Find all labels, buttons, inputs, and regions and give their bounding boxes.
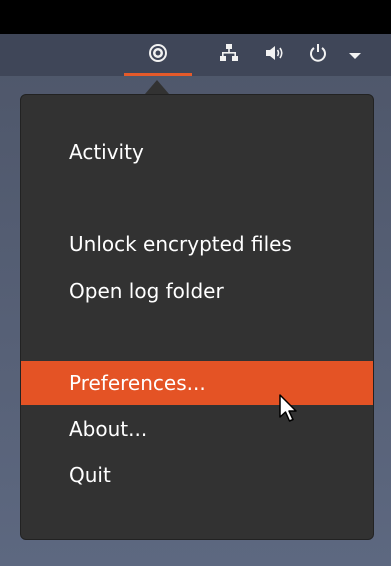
app-indicator-button[interactable] xyxy=(124,34,192,76)
power-button[interactable] xyxy=(300,34,336,76)
indicator-dropdown-menu: Activity Unlock encrypted files Open log… xyxy=(20,94,374,540)
app-indicator-icon xyxy=(147,42,169,68)
menu-item-unlock-encrypted-files[interactable]: Unlock encrypted files xyxy=(21,222,373,266)
screen: Activity Unlock encrypted files Open log… xyxy=(0,0,391,566)
menu-pointer-arrow xyxy=(145,80,169,94)
network-button[interactable] xyxy=(211,34,247,76)
menu-item-preferences[interactable]: Preferences... xyxy=(21,361,373,405)
menu-item-quit[interactable]: Quit xyxy=(21,453,373,497)
top-panel xyxy=(0,34,391,76)
top-black-bar xyxy=(0,0,391,34)
chevron-down-icon xyxy=(348,46,362,65)
menu-item-about[interactable]: About... xyxy=(21,407,373,451)
volume-icon xyxy=(264,43,286,67)
volume-button[interactable] xyxy=(257,34,293,76)
menu-item-activity[interactable]: Activity xyxy=(21,130,373,174)
active-indicator-underline xyxy=(124,73,192,76)
mouse-pointer-icon xyxy=(278,393,300,429)
menu-item-open-log-folder[interactable]: Open log folder xyxy=(21,269,373,313)
system-menu-button[interactable] xyxy=(340,34,370,76)
network-icon xyxy=(219,43,239,67)
power-icon xyxy=(308,43,328,67)
